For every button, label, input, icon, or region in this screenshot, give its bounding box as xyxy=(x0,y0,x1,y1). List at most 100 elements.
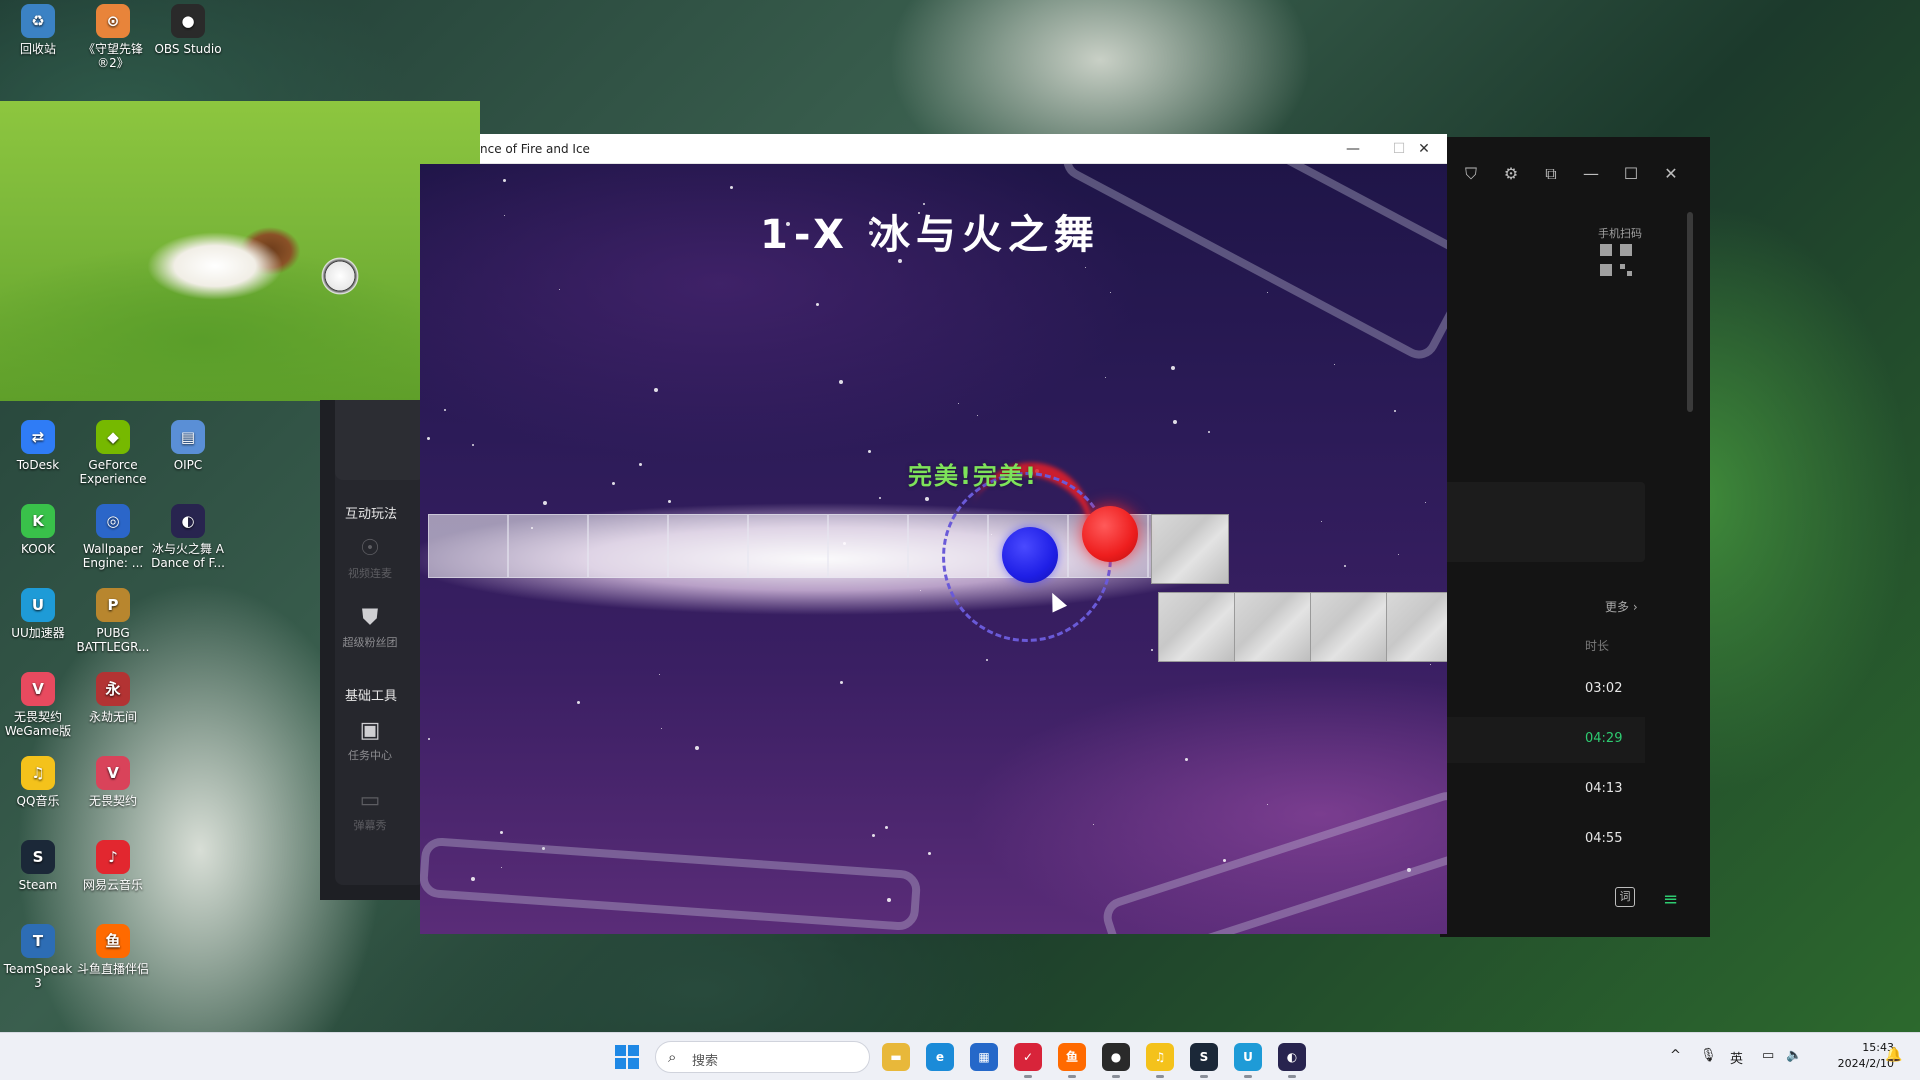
star xyxy=(1171,366,1175,370)
clock[interactable]: 15:43 2024/2/10 xyxy=(1812,1040,1894,1072)
track-duration: 03:02 xyxy=(1585,681,1623,696)
star xyxy=(659,674,660,675)
star xyxy=(1267,292,1268,293)
desktop-icon[interactable]: ◆ GeForce Experience xyxy=(75,420,151,486)
minimize-button[interactable]: — xyxy=(1330,134,1376,164)
star xyxy=(639,463,642,466)
desktop-icon[interactable]: ▤ OIPC xyxy=(150,420,226,472)
desktop-icon[interactable]: V 无畏契约 WeGame版 xyxy=(0,672,76,738)
desktop-icon-label: Wallpaper Engine: ... xyxy=(82,542,144,570)
shirt-icon[interactable]: ⛉ xyxy=(1460,163,1482,185)
close-button[interactable]: ✕ xyxy=(1401,134,1447,164)
star xyxy=(654,388,658,392)
content-card xyxy=(1440,482,1645,562)
tray-chevron-icon[interactable]: ^ xyxy=(1670,1048,1681,1063)
search-box[interactable]: ⌕ 搜索 xyxy=(655,1041,870,1073)
star xyxy=(1334,364,1335,365)
desktop-icon[interactable]: ♪ 网易云音乐 xyxy=(75,840,151,892)
desktop-icon-label: GeForce Experience xyxy=(79,458,147,486)
qr-label: 手机扫码 xyxy=(1598,227,1642,240)
track-row[interactable]: 04:13 xyxy=(1440,767,1645,813)
mini-mode-icon[interactable]: ⧉ xyxy=(1540,163,1562,185)
settings-icon[interactable]: ⚙ xyxy=(1500,163,1522,185)
maximize-icon[interactable]: ☐ xyxy=(1620,163,1642,185)
desktop-icon[interactable]: 永永劫无间 xyxy=(75,672,151,724)
minimize-icon[interactable]: — xyxy=(1580,163,1602,185)
taskbar-store-icon[interactable]: ▦ xyxy=(970,1043,998,1071)
taskbar-file-explorer-icon[interactable]: ▬ xyxy=(882,1043,910,1071)
taskbar-obs-icon[interactable]: ● xyxy=(1102,1043,1130,1078)
desktop-icon[interactable]: ⇄ ToDesk xyxy=(0,420,76,472)
star xyxy=(1398,554,1399,555)
volume-icon[interactable]: 🔈 xyxy=(1786,1048,1802,1063)
star xyxy=(1085,267,1086,268)
scrollbar[interactable] xyxy=(1687,212,1693,412)
qr-code-icon[interactable] xyxy=(1600,244,1634,278)
video-link-label: 视频连麦 xyxy=(348,567,392,580)
lyrics-button[interactable]: 词 xyxy=(1615,887,1635,907)
desktop-icon[interactable]: ◎ Wallpaper Engine: ... xyxy=(75,504,151,570)
network-icon[interactable]: ▭ xyxy=(1762,1048,1774,1063)
danmaku-item[interactable]: ▭ 弹幕秀 xyxy=(340,788,400,833)
super-fans-item[interactable]: ⛊ 超级粉丝团 xyxy=(340,605,400,650)
desktop-icon[interactable]: ● OBS Studio xyxy=(150,4,226,56)
star xyxy=(816,303,819,306)
more-link[interactable]: 更多 › xyxy=(1605,598,1638,615)
track-row[interactable]: 04:55 xyxy=(1440,817,1645,863)
taskbar-adofai-icon[interactable]: ◐ xyxy=(1278,1043,1306,1078)
chain-decoration xyxy=(420,836,922,932)
star xyxy=(1223,859,1226,862)
star xyxy=(868,450,871,453)
app-icon: P xyxy=(96,588,130,622)
desktop-icon[interactable]: ♻ 回收站 xyxy=(0,4,76,56)
video-link-icon: ☉ xyxy=(360,536,380,561)
desktop-icon[interactable]: V 无畏契约 xyxy=(75,756,151,808)
game-window: nce of Fire and Ice — ☐ ✕ 1-X 冰与火之舞 完美!完… xyxy=(420,134,1447,934)
desktop-icon[interactable]: K KOOK xyxy=(0,504,76,556)
taskbar-red-app-icon[interactable]: ✓ xyxy=(1014,1043,1042,1078)
microphone-icon[interactable]: 🎙 xyxy=(1700,1048,1717,1063)
desktop-icon[interactable]: U UU加速器 xyxy=(0,588,76,640)
taskbar-edge-icon[interactable]: e xyxy=(926,1043,954,1071)
video-link-item[interactable]: ☉ 视频连麦 xyxy=(340,536,400,581)
input-method-indicator[interactable]: 英 xyxy=(1730,1048,1743,1067)
track-row[interactable]: 03:02 xyxy=(1440,667,1645,713)
desktop-icon[interactable]: ♫ QQ音乐 xyxy=(0,756,76,808)
task-center-item[interactable]: ▣ 任务中心 xyxy=(340,718,400,763)
desktop-icon-label: 无畏契约 xyxy=(88,794,137,808)
star xyxy=(986,659,988,661)
notification-icon[interactable]: 🔔 xyxy=(1885,1047,1902,1063)
clock-time: 15:43 xyxy=(1862,1041,1894,1054)
music-titlebar: ⛉ ⚙ ⧉ — ☐ ✕ xyxy=(1460,163,1682,185)
desktop-icon[interactable]: P PUBG BATTLEGR... xyxy=(75,588,151,654)
desktop-icon[interactable]: ◐ 冰与火之舞 A Dance of F... xyxy=(150,504,226,570)
close-icon[interactable]: ✕ xyxy=(1660,163,1682,185)
super-fans-label: 超级粉丝团 xyxy=(342,636,398,649)
desktop-icon[interactable]: T TeamSpeak 3 xyxy=(0,924,76,990)
taskbar-steam-icon[interactable]: S xyxy=(1190,1043,1218,1078)
app-icon: U xyxy=(21,588,55,622)
judgement-text: 完美!完美! xyxy=(908,462,1038,490)
star xyxy=(577,701,580,704)
taskbar-qq-music-icon[interactable]: ♫ xyxy=(1146,1043,1174,1078)
app-icon: ◆ xyxy=(96,420,130,454)
app-icon: V xyxy=(21,672,55,706)
start-button[interactable] xyxy=(615,1045,639,1069)
taskbar-douyu-icon[interactable]: 鱼 xyxy=(1058,1043,1086,1078)
playlist-icon[interactable]: ≡ xyxy=(1663,889,1678,910)
desktop-icon[interactable]: S Steam xyxy=(0,840,76,892)
desktop-icon[interactable]: 鱼斗鱼直播伴侣 xyxy=(75,924,151,976)
window-title: nce of Fire and Ice xyxy=(480,142,590,156)
track-row[interactable]: 04:29 xyxy=(1440,717,1645,763)
desktop-icon[interactable]: ⊙ 《守望先锋®2》 xyxy=(75,4,151,70)
app-icon: ⊙ xyxy=(96,4,130,38)
game-canvas[interactable]: 1-X 冰与火之舞 完美!完美! xyxy=(420,164,1447,934)
section-tools-title: 基础工具 xyxy=(345,689,398,704)
shield-icon: ⛊ xyxy=(361,605,379,630)
app-icon: ▤ xyxy=(171,420,205,454)
task-center-label: 任务中心 xyxy=(348,749,392,762)
star xyxy=(504,215,505,216)
app-icon: 永 xyxy=(96,672,130,706)
taskbar-uu-icon[interactable]: U xyxy=(1234,1043,1262,1078)
star xyxy=(1321,521,1322,522)
